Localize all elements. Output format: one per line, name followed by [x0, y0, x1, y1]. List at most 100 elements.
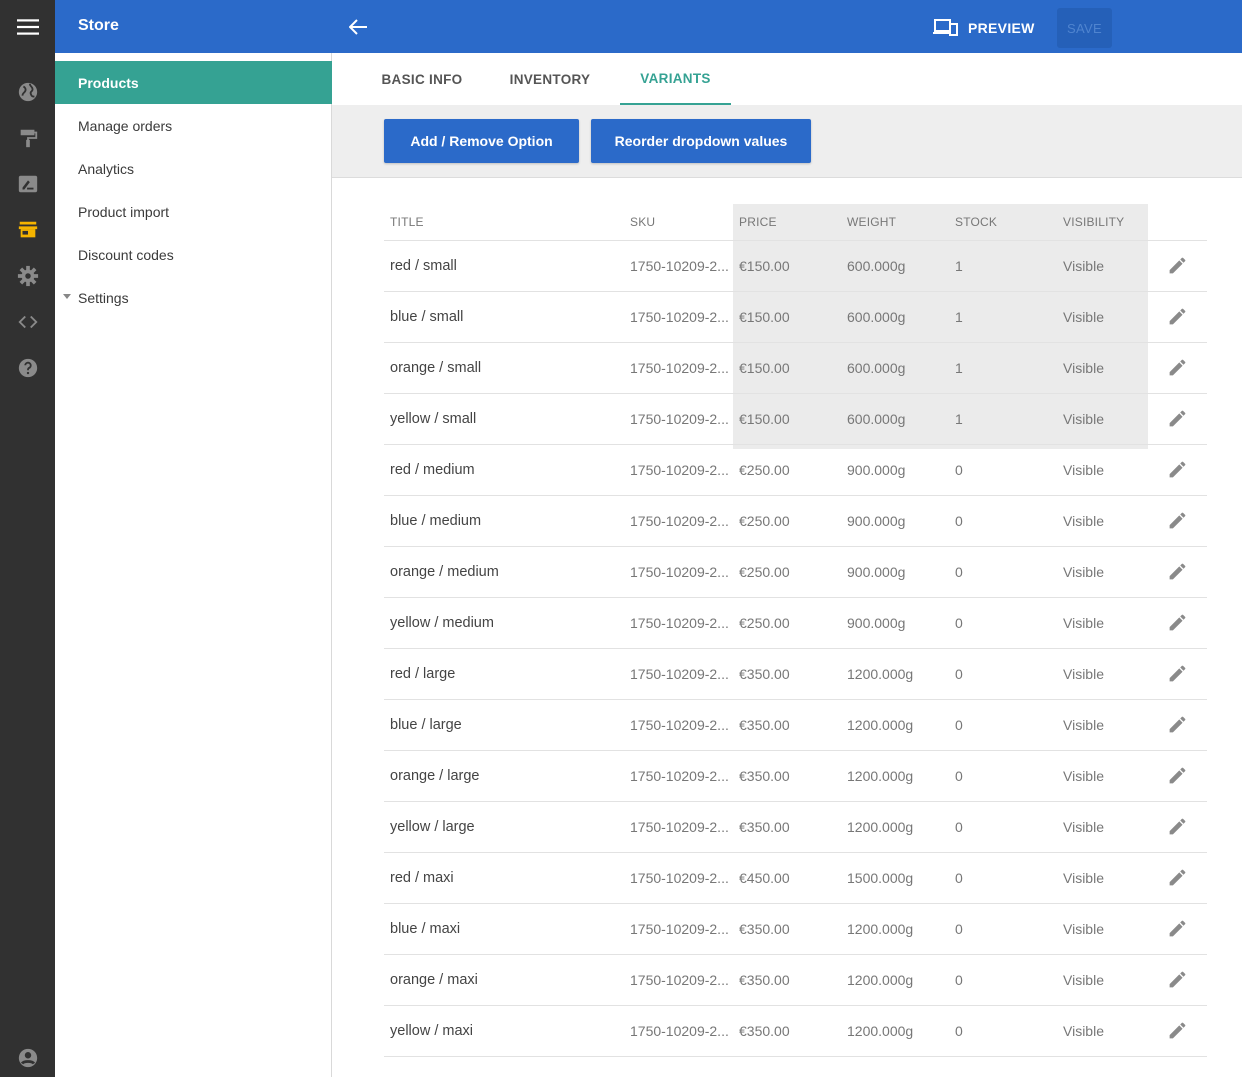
- tab-inventory[interactable]: INVENTORY: [500, 53, 600, 105]
- table-row[interactable]: yellow / medium 1750-10209-2... €250.00 900…: [384, 597, 1207, 649]
- table-row[interactable]: yellow / small 1750-10209-2... €150.00 600.…: [384, 393, 1207, 445]
- sidebar-item-discount-codes[interactable]: Discount codes: [55, 233, 332, 276]
- table-row[interactable]: red / medium 1750-10209-2... €250.00 900.00…: [384, 444, 1207, 496]
- variant-price: €150.00: [733, 393, 841, 445]
- paint-roller-icon[interactable]: [14, 124, 42, 152]
- edit-button[interactable]: [1148, 903, 1207, 955]
- pencil-icon: [1169, 869, 1186, 886]
- table-row[interactable]: orange / maxi 1750-10209-2... €350.00 1200.…: [384, 954, 1207, 1006]
- column-header-visibility[interactable]: VISIBILITY: [1057, 204, 1148, 241]
- sidebar-item-products[interactable]: Products: [55, 61, 332, 104]
- sidebar-item-label: Discount codes: [78, 246, 174, 263]
- variant-price: €350.00: [733, 648, 841, 700]
- variant-visibility: Visible: [1057, 495, 1148, 547]
- back-arrow-icon[interactable]: [345, 14, 371, 40]
- edit-button[interactable]: [1148, 342, 1207, 394]
- pencil-icon: [1169, 257, 1186, 274]
- preview-button[interactable]: PREVIEW: [933, 14, 1035, 42]
- variant-title: orange / large: [384, 750, 624, 802]
- draw-icon[interactable]: [14, 170, 42, 198]
- edit-button[interactable]: [1148, 546, 1207, 598]
- reorder-dropdown-values-button[interactable]: Reorder dropdown values: [591, 119, 811, 163]
- pencil-icon: [1169, 563, 1186, 580]
- edit-button[interactable]: [1148, 852, 1207, 904]
- column-header-sku[interactable]: SKU: [624, 204, 733, 241]
- pencil-icon: [1169, 614, 1186, 631]
- table-row[interactable]: orange / large 1750-10209-2... €350.00 1200…: [384, 750, 1207, 802]
- variant-stock: 0: [949, 852, 1057, 904]
- variant-stock: 0: [949, 597, 1057, 649]
- variant-visibility: Visible: [1057, 903, 1148, 955]
- edit-button[interactable]: [1148, 444, 1207, 496]
- variant-price: €250.00: [733, 597, 841, 649]
- variant-price: €250.00: [733, 546, 841, 598]
- gear-icon[interactable]: [14, 262, 42, 290]
- variant-title: blue / small: [384, 291, 624, 343]
- table-row[interactable]: blue / large 1750-10209-2... €350.00 1200.0…: [384, 699, 1207, 751]
- column-header-weight[interactable]: WEIGHT: [841, 204, 949, 241]
- variant-stock: 0: [949, 444, 1057, 496]
- variant-stock: 0: [949, 648, 1057, 700]
- edit-button[interactable]: [1148, 240, 1207, 292]
- variant-sku: 1750-10209-2...: [624, 495, 733, 547]
- variant-title: orange / maxi: [384, 954, 624, 1006]
- pencil-icon: [1169, 410, 1186, 427]
- variant-title: yellow / medium: [384, 597, 624, 649]
- table-row[interactable]: blue / small 1750-10209-2... €150.00 600.00…: [384, 291, 1207, 343]
- store-icon[interactable]: [14, 216, 42, 244]
- table-row[interactable]: blue / medium 1750-10209-2... €250.00 900.0…: [384, 495, 1207, 547]
- edit-button[interactable]: [1148, 1005, 1207, 1057]
- edit-button[interactable]: [1148, 597, 1207, 649]
- variant-price: €250.00: [733, 444, 841, 496]
- menu-icon[interactable]: [0, 0, 55, 53]
- sidebar-item-product-import[interactable]: Product import: [55, 190, 332, 233]
- sidebar-item-analytics[interactable]: Analytics: [55, 147, 332, 190]
- preview-label: PREVIEW: [968, 20, 1035, 36]
- code-icon[interactable]: [14, 308, 42, 336]
- tab-variants[interactable]: VARIANTS: [620, 53, 731, 105]
- table-row[interactable]: yellow / maxi 1750-10209-2... €350.00 1200.…: [384, 1005, 1207, 1057]
- table-row[interactable]: orange / small 1750-10209-2... €150.00 600.…: [384, 342, 1207, 394]
- variant-visibility: Visible: [1057, 1005, 1148, 1057]
- table-row[interactable]: red / small 1750-10209-2... €150.00 600.000…: [384, 240, 1207, 292]
- edit-button[interactable]: [1148, 801, 1207, 853]
- variant-price: €150.00: [733, 342, 841, 394]
- pencil-icon: [1169, 665, 1186, 682]
- variant-stock: 0: [949, 903, 1057, 955]
- devices-icon: [933, 19, 958, 36]
- table-row[interactable]: yellow / large 1750-10209-2... €350.00 1200…: [384, 801, 1207, 853]
- column-header-price[interactable]: PRICE: [733, 204, 841, 241]
- edit-button[interactable]: [1148, 954, 1207, 1006]
- sidebar-item-manage-orders[interactable]: Manage orders: [55, 104, 332, 147]
- column-header-title[interactable]: TITLE: [384, 204, 624, 241]
- table-row[interactable]: red / maxi 1750-10209-2... €450.00 1500.000…: [384, 852, 1207, 904]
- tab-basic-info[interactable]: BASIC INFO: [372, 53, 472, 105]
- sidebar-item-settings[interactable]: Settings: [55, 276, 332, 319]
- save-button[interactable]: SAVE: [1057, 8, 1112, 48]
- variant-sku: 1750-10209-2...: [624, 342, 733, 394]
- edit-button[interactable]: [1148, 699, 1207, 751]
- table-row[interactable]: red / large 1750-10209-2... €350.00 1200.00…: [384, 648, 1207, 700]
- variant-price: €350.00: [733, 801, 841, 853]
- sidebar: Products Manage orders Analytics Product…: [55, 53, 332, 1077]
- pencil-icon: [1169, 818, 1186, 835]
- edit-button[interactable]: [1148, 750, 1207, 802]
- edit-button[interactable]: [1148, 495, 1207, 547]
- variant-weight: 1200.000g: [841, 1005, 949, 1057]
- help-icon[interactable]: [14, 354, 42, 382]
- table-row[interactable]: blue / maxi 1750-10209-2... €350.00 1200.00…: [384, 903, 1207, 955]
- account-icon[interactable]: [14, 1044, 42, 1072]
- icon-rail: [0, 0, 55, 1077]
- variant-visibility: Visible: [1057, 648, 1148, 700]
- add-remove-option-button[interactable]: Add / Remove Option: [384, 119, 579, 163]
- app-title: Store: [78, 17, 119, 34]
- edit-button[interactable]: [1148, 393, 1207, 445]
- edit-button[interactable]: [1148, 291, 1207, 343]
- table-row[interactable]: orange / medium 1750-10209-2... €250.00 900…: [384, 546, 1207, 598]
- column-header-stock[interactable]: STOCK: [949, 204, 1057, 241]
- globe-icon[interactable]: [14, 78, 42, 106]
- edit-button[interactable]: [1148, 648, 1207, 700]
- variant-visibility: Visible: [1057, 393, 1148, 445]
- variant-visibility: Visible: [1057, 750, 1148, 802]
- sidebar-item-label: Products: [78, 74, 139, 91]
